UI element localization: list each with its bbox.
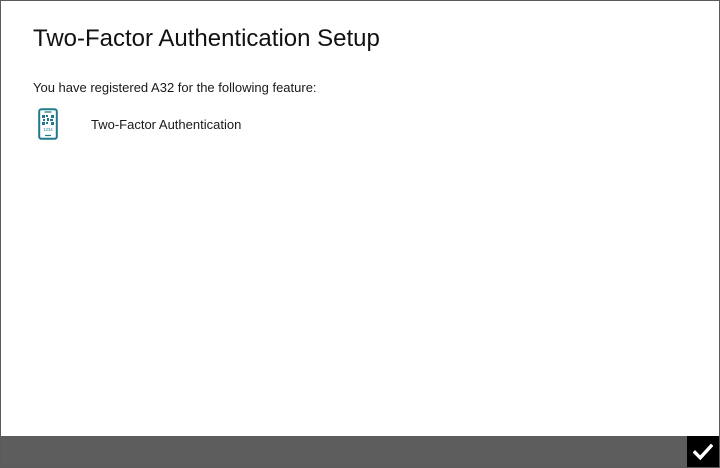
feature-item-two-factor: 1234 Two-Factor Authentication (38, 108, 241, 140)
icon-code-text: 1234 (43, 127, 53, 132)
feature-label: Two-Factor Authentication (91, 116, 242, 132)
phone-qr-code-icon: 1234 (38, 108, 58, 140)
confirm-button[interactable] (687, 436, 719, 467)
page-title: Two-Factor Authentication Setup (33, 25, 380, 52)
setup-window: Two-Factor Authentication Setup You have… (0, 0, 720, 468)
footer-bar (1, 436, 719, 467)
checkmark-icon (693, 443, 713, 460)
registration-message: You have registered A32 for the followin… (33, 80, 317, 95)
